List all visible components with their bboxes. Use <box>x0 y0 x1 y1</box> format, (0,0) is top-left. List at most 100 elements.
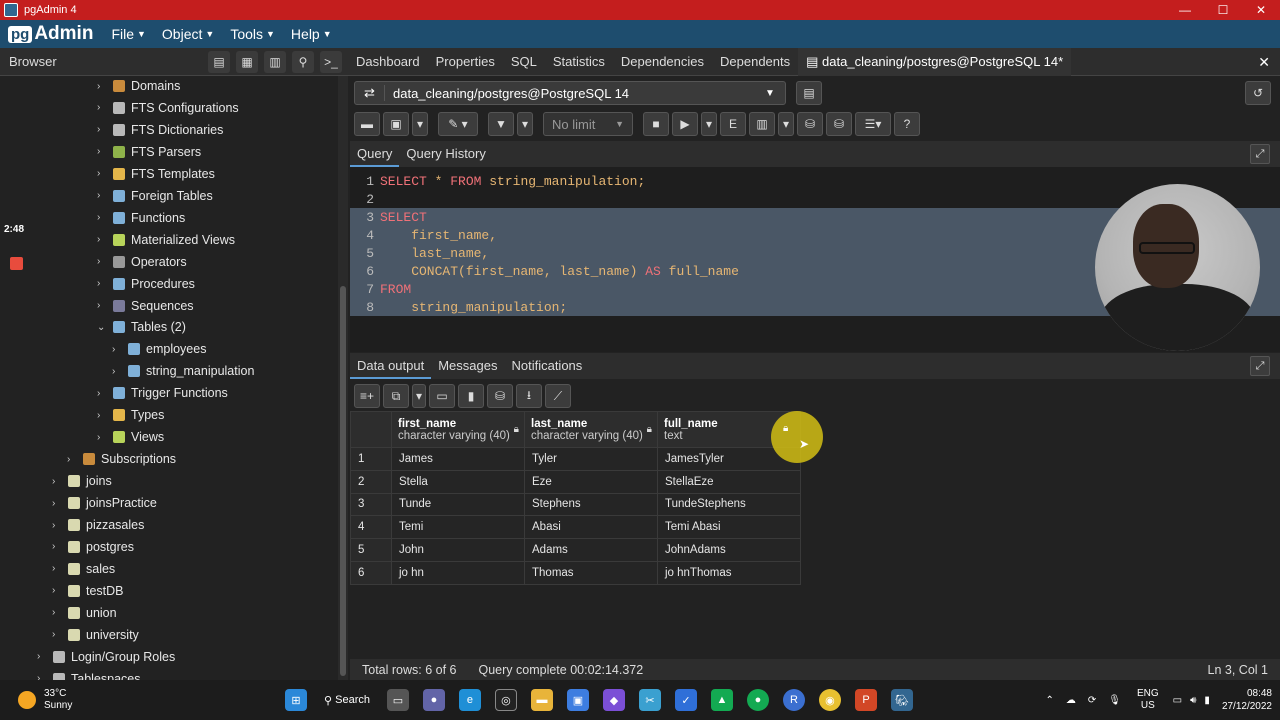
table-row[interactable]: 1 James Tyler JamesTyler <box>350 447 801 471</box>
tree-item[interactable]: › Domains <box>97 76 180 97</box>
chevron-right-icon[interactable]: › <box>97 212 111 223</box>
chrome-icon[interactable]: ◉ <box>818 689 841 711</box>
battery-icon[interactable]: ▮ <box>1204 695 1210 706</box>
chevron-right-icon[interactable]: › <box>97 388 111 399</box>
row-limit-select[interactable]: No limit ▼ <box>543 112 633 136</box>
file-explorer-icon[interactable]: ▬ <box>530 689 553 711</box>
snipping-tool-icon[interactable]: ✂ <box>638 689 661 711</box>
tree-item[interactable]: › FTS Parsers <box>97 141 201 163</box>
tab-sql[interactable]: SQL <box>503 48 545 76</box>
maximize-button[interactable]: ☐ <box>1204 0 1242 20</box>
chevron-right-icon[interactable]: › <box>52 629 66 640</box>
powerpoint-icon[interactable]: P <box>854 689 877 711</box>
chevron-right-icon[interactable]: › <box>97 190 111 201</box>
tree-item[interactable]: › postgres <box>52 536 134 558</box>
minimize-button[interactable]: — <box>1166 0 1204 20</box>
table-cell[interactable]: James <box>391 447 525 471</box>
tab-query-tool[interactable]: ▤ data_cleaning/postgres@PostgreSQL 14* <box>798 47 1072 76</box>
volume-icon[interactable]: 🔊︎ <box>1190 695 1196 706</box>
tree-item[interactable]: › employees <box>112 338 206 360</box>
screen-recorder-icon[interactable]: ◎ <box>494 689 517 711</box>
table-cell[interactable]: Temi <box>391 515 525 540</box>
chevron-right-icon[interactable]: › <box>37 673 51 680</box>
mongodb-compass-icon[interactable]: ● <box>746 689 769 711</box>
tree-item[interactable]: › FTS Configurations <box>97 97 239 119</box>
tab-statistics[interactable]: Statistics <box>545 48 613 76</box>
display-icon[interactable]: ▭ <box>1173 695 1182 706</box>
chevron-right-icon[interactable]: › <box>97 146 111 157</box>
chevron-right-icon[interactable]: › <box>52 607 66 618</box>
chevron-right-icon[interactable]: › <box>112 366 126 377</box>
table-cell[interactable]: jo hnThomas <box>657 560 801 585</box>
chevron-right-icon[interactable]: › <box>37 651 51 662</box>
tree-item[interactable]: › testDB <box>52 580 124 602</box>
close-tab-icon[interactable]: ✕ <box>1258 54 1270 71</box>
table-cell[interactable]: Tyler <box>524 447 658 471</box>
tree-item[interactable]: › sales <box>52 558 115 580</box>
chevron-right-icon[interactable]: › <box>52 498 66 509</box>
connection-select[interactable]: ⇄ data_cleaning/postgres@PostgreSQL 14 ▼ <box>354 81 786 105</box>
chevron-right-icon[interactable]: › <box>52 476 66 487</box>
psql-tool-icon[interactable]: >_ <box>320 50 342 73</box>
tree-item[interactable]: › Foreign Tables <box>97 185 213 207</box>
tree-item[interactable]: › Sequences <box>97 295 194 317</box>
chevron-right-icon[interactable]: › <box>52 585 66 596</box>
download-icon[interactable]: ⭳ <box>516 384 542 408</box>
chevron-right-icon[interactable]: › <box>52 563 66 574</box>
table-cell[interactable]: John <box>391 538 525 562</box>
table-cell[interactable]: Abasi <box>524 515 658 540</box>
tree-item[interactable]: › Tablespaces <box>37 668 141 680</box>
menu-help[interactable]: Help ▼ <box>291 26 332 42</box>
column-header-first-name[interactable]: first_name character varying (40) 🔒︎ <box>391 411 525 448</box>
chevron-right-icon[interactable]: › <box>97 168 111 179</box>
task-view-icon[interactable]: ▭ <box>386 689 409 711</box>
tree-item[interactable]: › Login/Group Roles <box>37 646 175 668</box>
tree-item[interactable]: › joinsPractice <box>52 492 157 514</box>
tree-item[interactable]: › Trigger Functions <box>97 382 228 404</box>
table-cell[interactable]: Thomas <box>524 560 658 585</box>
taskbar-search[interactable]: ⚲ Search <box>324 694 370 707</box>
chevron-right-icon[interactable]: › <box>97 432 111 443</box>
maximize-output-icon[interactable]: ⤢ <box>1250 356 1270 376</box>
tree-item[interactable]: › university <box>52 624 139 646</box>
copy-icon[interactable]: ⧉ <box>383 384 409 408</box>
macros-button[interactable]: ☰▾ <box>855 112 891 136</box>
tab-query[interactable]: Query <box>350 141 400 167</box>
add-row-icon[interactable]: ≡+ <box>354 384 380 408</box>
app-icon[interactable]: ◆ <box>602 689 625 711</box>
execute-menu-button[interactable]: ▾ <box>701 112 717 136</box>
chevron-right-icon[interactable]: › <box>97 81 111 92</box>
tree-item[interactable]: › union <box>52 602 117 624</box>
table-cell[interactable]: TundeStephens <box>657 492 801 517</box>
tab-notifications[interactable]: Notifications <box>504 353 589 379</box>
table-row[interactable]: 6 jo hn Thomas jo hnThomas <box>350 560 801 585</box>
record-stop-icon[interactable] <box>10 257 23 270</box>
tab-dependents[interactable]: Dependents <box>712 48 798 76</box>
todo-icon[interactable]: ✓ <box>674 689 697 711</box>
tab-messages[interactable]: Messages <box>431 353 504 379</box>
chevron-right-icon[interactable]: › <box>67 454 81 465</box>
tab-dashboard[interactable]: Dashboard <box>348 48 428 76</box>
pgadmin-taskbar-icon[interactable]: 🐘︎ <box>890 689 913 711</box>
tree-item[interactable]: › Procedures <box>97 273 195 295</box>
commit-button[interactable]: ⛁ <box>797 112 823 136</box>
table-row[interactable]: 3 Tunde Stephens TundeStephens <box>350 492 801 517</box>
table-cell[interactable]: Eze <box>524 469 658 494</box>
table-row[interactable]: 4 Temi Abasi Temi Abasi <box>350 515 801 540</box>
clock[interactable]: 08:48 27/12/2022 <box>1222 687 1272 713</box>
help-button[interactable]: ? <box>894 112 920 136</box>
copy-menu-icon[interactable]: ▾ <box>412 384 426 408</box>
delete-icon[interactable]: ▮ <box>458 384 484 408</box>
tab-query-history[interactable]: Query History <box>399 141 492 167</box>
tab-properties[interactable]: Properties <box>428 48 503 76</box>
object-explorer-icon[interactable]: ▤ <box>208 50 230 73</box>
table-cell[interactable]: Temi Abasi <box>657 515 801 540</box>
filtered-rows-icon[interactable]: ▥ <box>264 50 286 73</box>
tree-item[interactable]: › Operators <box>97 251 187 273</box>
tab-dependencies[interactable]: Dependencies <box>613 48 712 76</box>
edge-icon[interactable]: e <box>458 689 481 711</box>
table-cell[interactable]: Stella <box>391 469 525 494</box>
tree-item[interactable]: › joins <box>52 470 112 492</box>
table-cell[interactable]: JohnAdams <box>657 538 801 562</box>
tab-data-output[interactable]: Data output <box>350 353 432 379</box>
